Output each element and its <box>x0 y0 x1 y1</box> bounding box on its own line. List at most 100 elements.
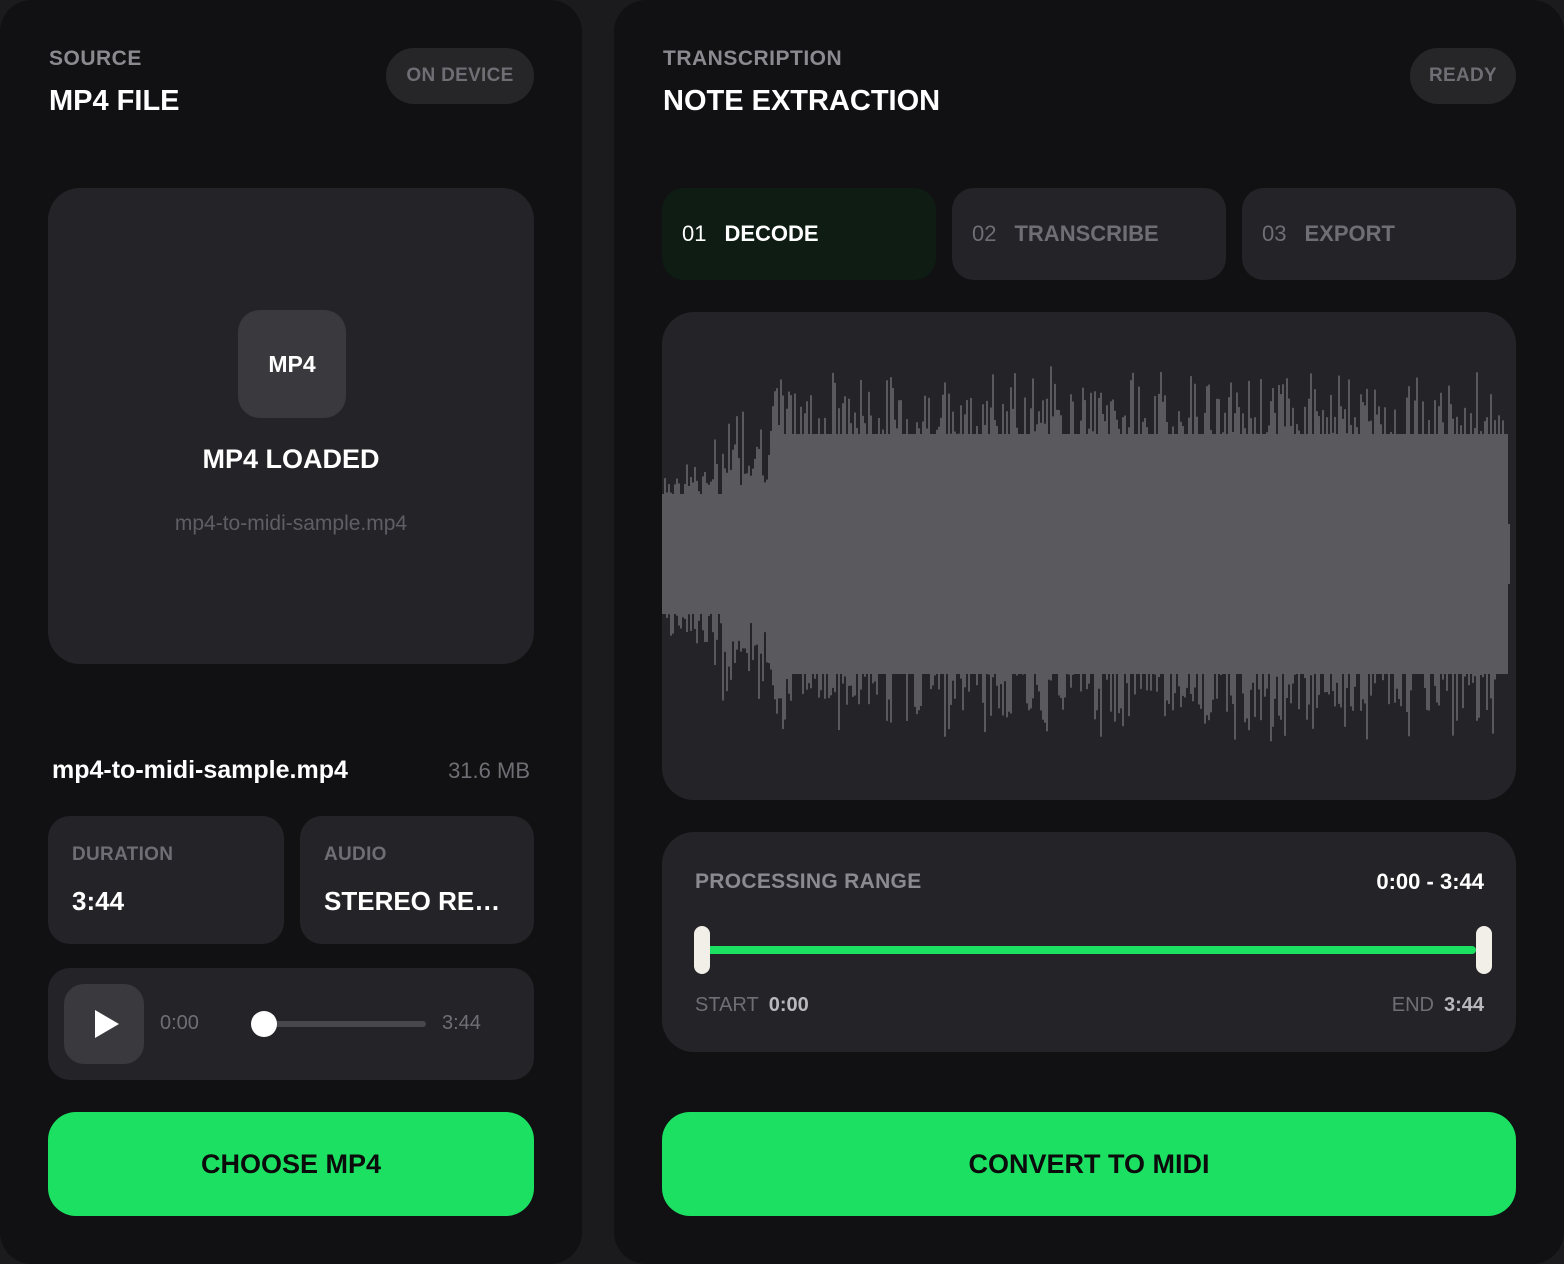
waveform-bar <box>788 391 790 694</box>
range-track[interactable] <box>702 946 1476 954</box>
waveform-bar <box>1030 408 1032 709</box>
waveform-bar <box>1072 401 1074 675</box>
duration-label: DURATION <box>72 844 174 865</box>
waveform-bar <box>1158 393 1160 678</box>
choose-mp4-button[interactable]: CHOOSE MP4 <box>48 1112 534 1216</box>
range-start-handle[interactable] <box>694 926 710 974</box>
waveform-bar <box>670 492 672 636</box>
waveform-bar <box>1170 441 1172 656</box>
waveform-bar <box>1182 426 1184 696</box>
waveform-bar <box>1098 398 1100 689</box>
waveform-bar <box>1058 410 1060 696</box>
waveform-bar <box>690 477 692 631</box>
waveform-bar <box>1362 402 1364 700</box>
waveform-bar <box>1340 406 1342 708</box>
step-decode[interactable]: 01 DECODE <box>662 188 936 280</box>
waveform-bar <box>900 400 902 653</box>
waveform-bar <box>964 414 966 688</box>
waveform-bar <box>1244 428 1246 723</box>
waveform-bar <box>1070 394 1072 688</box>
waveform-bar <box>824 417 826 699</box>
waveform-bar <box>1198 436 1200 705</box>
audio-label: AUDIO <box>324 844 387 865</box>
file-dropzone[interactable]: MP4 MP4 LOADED mp4-to-midi-sample.mp4 <box>48 188 534 664</box>
waveform-bar <box>890 377 892 723</box>
waveform-bar <box>734 444 736 664</box>
waveform-bar <box>730 469 732 680</box>
waveform-bar <box>1130 380 1132 656</box>
waveform-bar <box>1386 462 1388 660</box>
waveform-bar <box>1194 383 1196 688</box>
waveform-bar <box>726 472 728 692</box>
waveform-bar <box>1016 427 1018 676</box>
waveform-bar <box>1236 392 1238 652</box>
waveform-bar <box>1372 448 1374 644</box>
waveform-bar <box>1250 418 1252 690</box>
waveform-bar <box>1188 417 1190 674</box>
waveform-bar <box>948 393 950 730</box>
waveform-bar <box>816 462 818 649</box>
range-end-handle[interactable] <box>1476 926 1492 974</box>
waveform-bar <box>1450 404 1452 660</box>
waveform-bar <box>802 449 804 695</box>
waveform-bar <box>990 407 992 716</box>
waveform-bar <box>1248 380 1250 731</box>
waveform-bar <box>694 466 696 629</box>
waveform-bar <box>1242 413 1244 694</box>
waveform-bar <box>1032 378 1034 699</box>
waveform-bar <box>780 379 782 699</box>
waveform-bar <box>1028 442 1030 711</box>
waveform-bar <box>722 453 724 701</box>
loaded-status: MP4 LOADED <box>202 444 380 474</box>
waveform-bar <box>736 416 738 650</box>
waveform-bar <box>1120 452 1122 709</box>
waveform-bar <box>1432 438 1434 653</box>
waveform-bar <box>754 458 756 646</box>
waveform-bar <box>1050 366 1052 681</box>
waveform-bar <box>956 438 958 665</box>
range-start: START 0:00 <box>695 994 809 1017</box>
waveform-bar <box>916 422 918 715</box>
waveform-bar <box>668 484 670 615</box>
waveform-bar <box>1274 412 1276 699</box>
waveform-bar <box>1328 455 1330 695</box>
waveform-bar <box>732 449 734 642</box>
waveform-bar <box>1334 416 1336 707</box>
waveform-bar <box>1382 435 1384 681</box>
waveform-bar <box>1486 417 1488 711</box>
audio-card: AUDIO STEREO REA... <box>300 816 534 944</box>
waveform-bar <box>858 441 860 705</box>
waveform-bar <box>832 372 834 688</box>
waveform-bar <box>1316 411 1318 708</box>
waveform-bar <box>1148 441 1150 668</box>
waveform-bar <box>1192 462 1194 702</box>
waveform-bar <box>1352 441 1354 711</box>
waveform-bar <box>762 475 764 682</box>
waveform-bar <box>758 449 760 699</box>
waveform-bar <box>1506 524 1508 584</box>
waveform-bar <box>1296 424 1298 662</box>
waveform-bar <box>672 493 674 634</box>
waveform-bar <box>1324 454 1326 693</box>
waveform-bar <box>678 483 680 626</box>
waveform-bar <box>1270 401 1272 742</box>
seek-bar[interactable] <box>262 1021 426 1027</box>
duration-value: 3:44 <box>72 886 125 916</box>
waveform-bar <box>894 419 896 648</box>
waveform-bar <box>704 472 706 642</box>
waveform-bar <box>1214 451 1216 652</box>
step-export[interactable]: 03 EXPORT <box>1242 188 1516 280</box>
waveform-bar <box>1496 453 1498 667</box>
play-button[interactable] <box>64 984 144 1064</box>
waveform-bar <box>706 483 708 642</box>
waveform-bar <box>1056 409 1058 651</box>
convert-to-midi-button[interactable]: CONVERT TO MIDI <box>662 1112 1516 1216</box>
waveform-bar <box>776 388 778 714</box>
waveform-bar <box>1138 386 1140 666</box>
waveform-bar <box>1254 417 1256 717</box>
seek-knob[interactable] <box>251 1011 277 1037</box>
waveform-bar <box>1320 462 1322 651</box>
waveform-bar <box>1414 400 1416 663</box>
step-transcribe[interactable]: 02 TRANSCRIBE <box>952 188 1226 280</box>
waveform-bar <box>910 458 912 663</box>
